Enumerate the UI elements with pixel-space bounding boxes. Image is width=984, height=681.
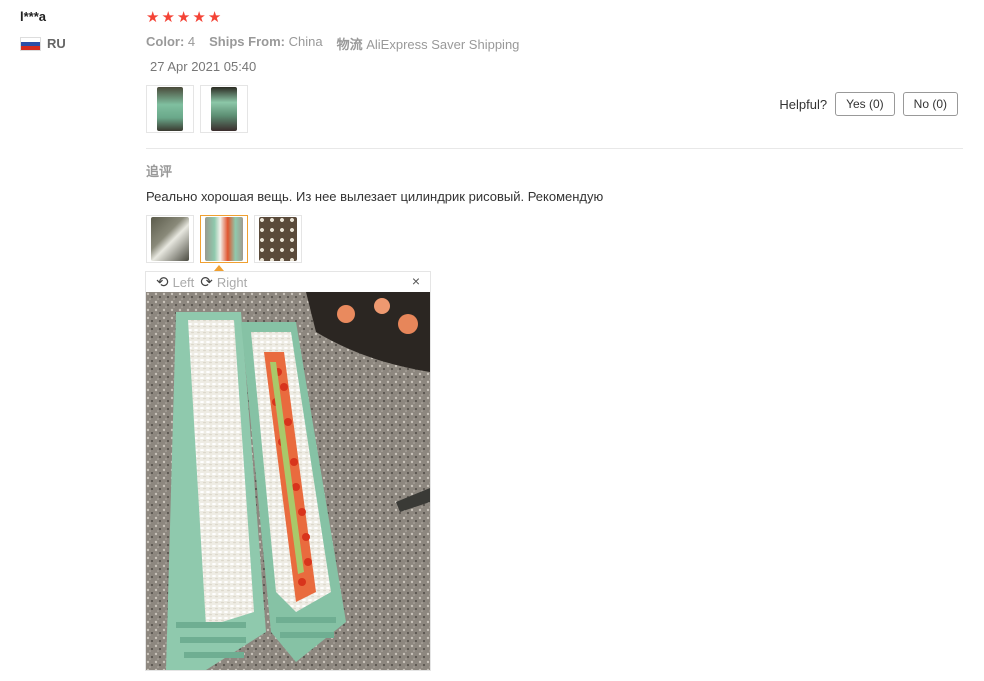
review-date: 27 Apr 2021 05:40 bbox=[150, 59, 257, 74]
review-photos bbox=[146, 85, 248, 133]
russia-flag-icon bbox=[20, 36, 41, 51]
review-photo-thumb[interactable] bbox=[200, 85, 248, 133]
additional-review-title: 追评 bbox=[146, 164, 173, 179]
review-photo-thumb[interactable] bbox=[146, 85, 194, 133]
rotate-left-button[interactable]: ⟲ Left bbox=[156, 273, 194, 291]
viewer-toolbar: ⟲ Left ⟳ Right × bbox=[146, 272, 430, 292]
image-viewer: ⟲ Left ⟳ Right × bbox=[145, 271, 431, 671]
country-code: RU bbox=[47, 36, 66, 51]
star-icon: ★ bbox=[207, 9, 222, 26]
reviewer-name: l***a bbox=[20, 9, 47, 24]
star-icon: ★ bbox=[176, 9, 191, 26]
divider bbox=[146, 148, 963, 149]
helpful-section: Helpful? Yes (0) No (0) bbox=[779, 92, 958, 116]
rotate-left-label: Left bbox=[172, 274, 195, 290]
rotate-right-label: Right bbox=[216, 274, 248, 290]
additional-photo-thumb[interactable] bbox=[146, 215, 194, 263]
rotate-right-button[interactable]: ⟳ Right bbox=[200, 273, 247, 291]
additional-review-text: Реально хорошая вещь. Из нее вылезает ци… bbox=[146, 189, 604, 204]
attr-ships-from: Ships From: China bbox=[209, 34, 323, 49]
additional-photo-thumb[interactable] bbox=[254, 215, 302, 263]
viewer-photo bbox=[146, 292, 430, 670]
reviewer-country: RU bbox=[20, 36, 66, 51]
order-attributes: Color: 4 Ships From: China 物流 AliExpress… bbox=[146, 34, 519, 53]
close-icon[interactable]: × bbox=[412, 273, 420, 289]
additional-photo-thumb-selected[interactable] bbox=[200, 215, 248, 263]
helpful-no-button[interactable]: No (0) bbox=[902, 92, 958, 116]
star-icon: ★ bbox=[192, 9, 206, 26]
additional-photos bbox=[146, 215, 302, 263]
helpful-yes-button[interactable]: Yes (0) bbox=[835, 92, 895, 116]
star-icon: ★ bbox=[161, 9, 175, 26]
rotate-left-icon: ⟲ bbox=[156, 274, 169, 291]
rotate-right-icon: ⟳ bbox=[200, 274, 213, 291]
helpful-label: Helpful? bbox=[779, 96, 828, 112]
star-icon: ★ bbox=[146, 9, 160, 26]
attr-color: Color: 4 bbox=[146, 34, 196, 49]
attr-logistics: 物流 AliExpress Saver Shipping bbox=[336, 37, 520, 52]
rating-stars: ★ ★ ★ ★ ★ bbox=[146, 10, 221, 26]
sushi-photo bbox=[146, 292, 430, 670]
